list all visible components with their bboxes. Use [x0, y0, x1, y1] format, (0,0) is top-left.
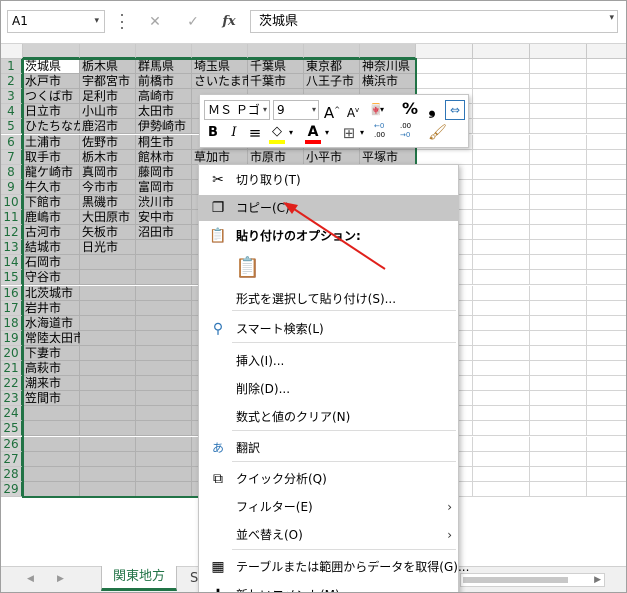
arrow-line [290, 206, 386, 270]
annotation-arrow [283, 202, 386, 270]
arrow-head [283, 202, 298, 214]
excel-window: A1 ▾ ✕ ✓ fx 茨城県 ▾ 1 茨城県 栃木県 群馬県 埼玉県 千葉県 東京都 神奈川県… [0, 0, 627, 593]
